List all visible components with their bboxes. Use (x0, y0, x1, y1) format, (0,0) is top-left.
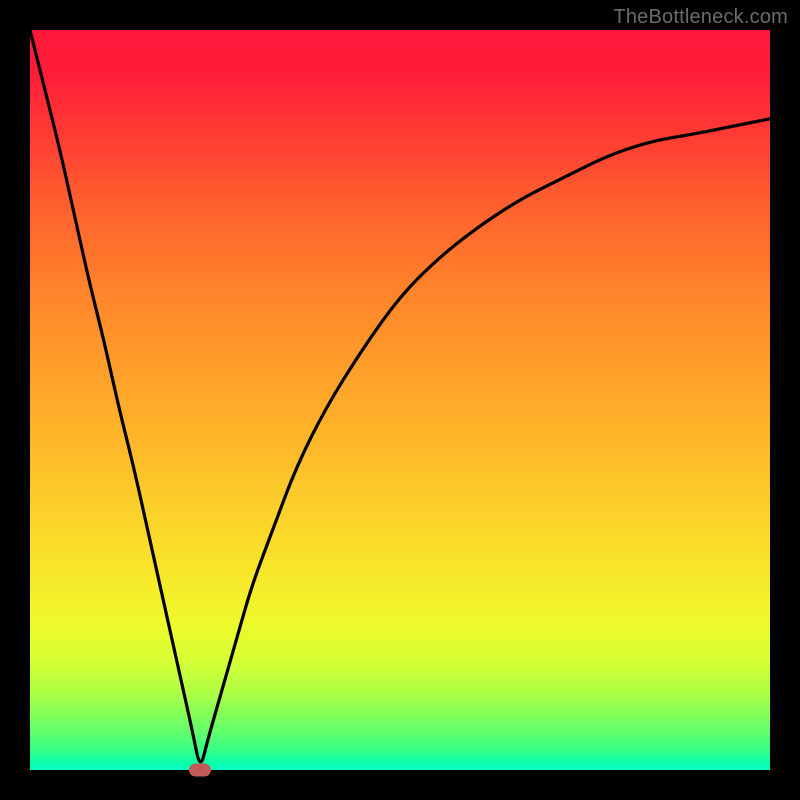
chart-stage: TheBottleneck.com (0, 0, 800, 800)
curve-svg (30, 30, 770, 770)
bottleneck-curve (30, 30, 770, 762)
watermark-text: TheBottleneck.com (613, 6, 788, 29)
plot-area (30, 30, 770, 770)
minimum-marker (189, 764, 211, 777)
